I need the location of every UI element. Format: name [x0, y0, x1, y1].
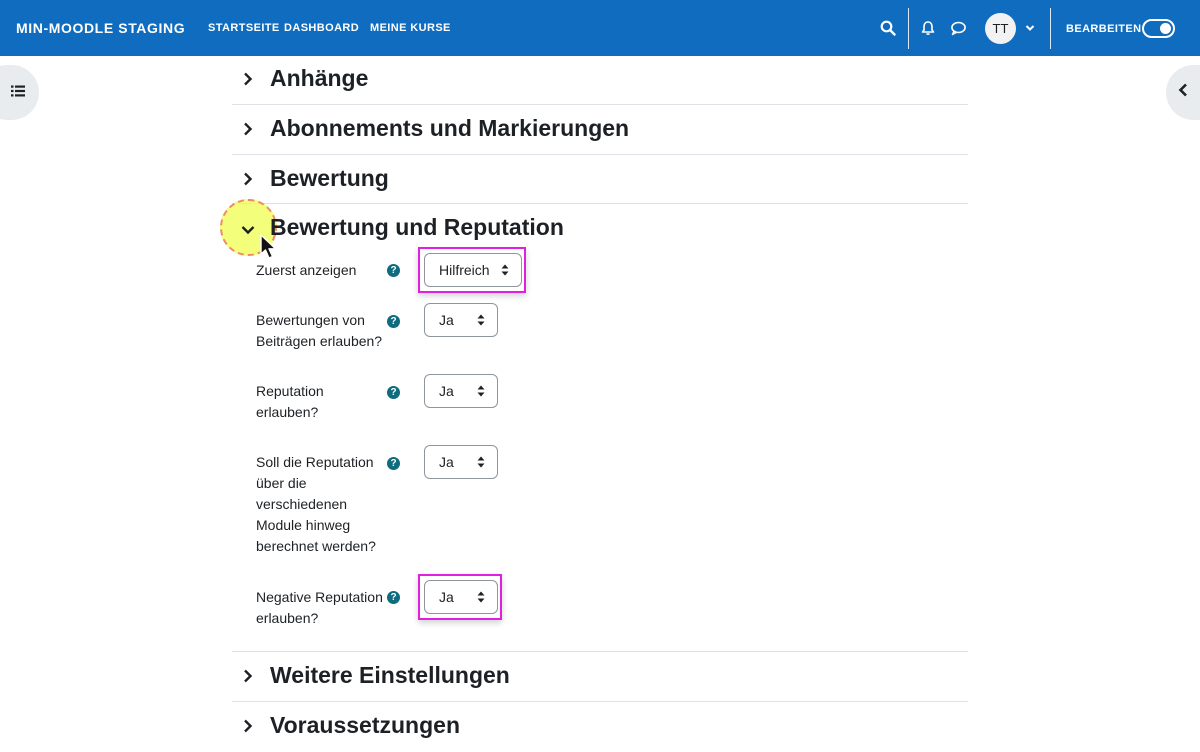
top-navbar: MIN-MOODLE STAGING STARTSEITE DASHBOARD …	[0, 0, 1200, 56]
select-value: Ja	[439, 383, 454, 399]
select-zuerst-anzeigen[interactable]: Hilfreich	[424, 253, 522, 287]
section-title: Weitere Einstellungen	[270, 662, 510, 688]
section-title: Anhänge	[270, 65, 369, 91]
user-avatar[interactable]: TT	[985, 13, 1016, 44]
help-icon[interactable]: ?	[387, 591, 400, 604]
section-title: Bewertung	[270, 165, 389, 191]
navbar-divider	[1050, 8, 1051, 49]
help-icon[interactable]: ?	[387, 264, 400, 277]
toggle-knob	[1160, 23, 1171, 34]
nav-meine-kurse[interactable]: MEINE KURSE	[370, 22, 451, 34]
help-icon[interactable]: ?	[387, 457, 400, 470]
select-bewertungen-erlauben[interactable]: Ja	[424, 303, 498, 337]
mouse-pointer-icon	[260, 234, 277, 259]
list-icon	[11, 84, 25, 102]
sort-arrows-icon	[477, 314, 485, 326]
block-drawer-button[interactable]	[1166, 65, 1200, 120]
chevron-left-icon	[1178, 83, 1188, 102]
bell-icon[interactable]	[918, 18, 938, 38]
help-icon[interactable]: ?	[387, 315, 400, 328]
select-reputation-module[interactable]: Ja	[424, 445, 498, 479]
section-abonnements[interactable]: Abonnements und Markierungen	[232, 105, 968, 155]
section-bewertung[interactable]: Bewertung	[232, 155, 968, 205]
section-title: Abonnements und Markierungen	[270, 115, 630, 141]
sort-arrows-icon	[477, 385, 485, 397]
section-anhaenge[interactable]: Anhänge	[232, 55, 968, 105]
select-value: Ja	[439, 589, 454, 605]
select-reputation-erlauben[interactable]: Ja	[424, 374, 498, 408]
field-label-bewertungen-erlauben: Bewertungen von Beiträgen erlauben?	[256, 312, 383, 349]
sort-arrows-icon	[477, 591, 485, 603]
chevron-down-icon[interactable]	[1020, 18, 1040, 38]
select-negative-reputation[interactable]: Ja	[424, 580, 498, 614]
field-label-negative-reputation: Negative Reputation erlauben?	[256, 589, 383, 626]
sort-arrows-icon	[501, 264, 509, 276]
help-icon[interactable]: ?	[387, 386, 400, 399]
nav-startseite[interactable]: STARTSEITE	[208, 22, 280, 34]
search-icon[interactable]	[878, 18, 898, 38]
course-index-drawer-button[interactable]	[0, 65, 39, 120]
field-label-zuerst-anzeigen: Zuerst anzeigen	[256, 262, 357, 278]
chevron-right-icon	[244, 172, 253, 186]
site-brand[interactable]: MIN-MOODLE STAGING	[16, 20, 185, 36]
section-title: Voraussetzungen	[270, 712, 460, 738]
select-value: Ja	[439, 312, 454, 328]
chevron-right-icon	[244, 669, 253, 683]
chevron-right-icon	[244, 122, 253, 136]
field-label-reputation-module: Soll die Reputation über die verschieden…	[256, 454, 376, 554]
chat-icon[interactable]	[948, 18, 968, 38]
navbar-divider	[908, 8, 909, 49]
select-value: Hilfreich	[439, 262, 490, 278]
chevron-right-icon	[244, 72, 253, 86]
edit-mode-toggle[interactable]	[1142, 19, 1175, 38]
chevron-right-icon	[244, 719, 253, 733]
sort-arrows-icon	[477, 456, 485, 468]
select-value: Ja	[439, 454, 454, 470]
edit-mode-label: BEARBEITEN	[1066, 23, 1142, 35]
chevron-down-icon	[241, 226, 255, 235]
section-bewertung-reputation[interactable]: Bewertung und Reputation	[232, 204, 968, 254]
field-label-reputation-erlauben: Reputation erlauben?	[256, 383, 324, 420]
section-title: Bewertung und Reputation	[270, 214, 564, 240]
section-voraussetzungen[interactable]: Voraussetzungen	[232, 702, 968, 752]
nav-dashboard[interactable]: DASHBOARD	[284, 22, 359, 34]
section-weitere-einstellungen[interactable]: Weitere Einstellungen	[232, 652, 968, 702]
